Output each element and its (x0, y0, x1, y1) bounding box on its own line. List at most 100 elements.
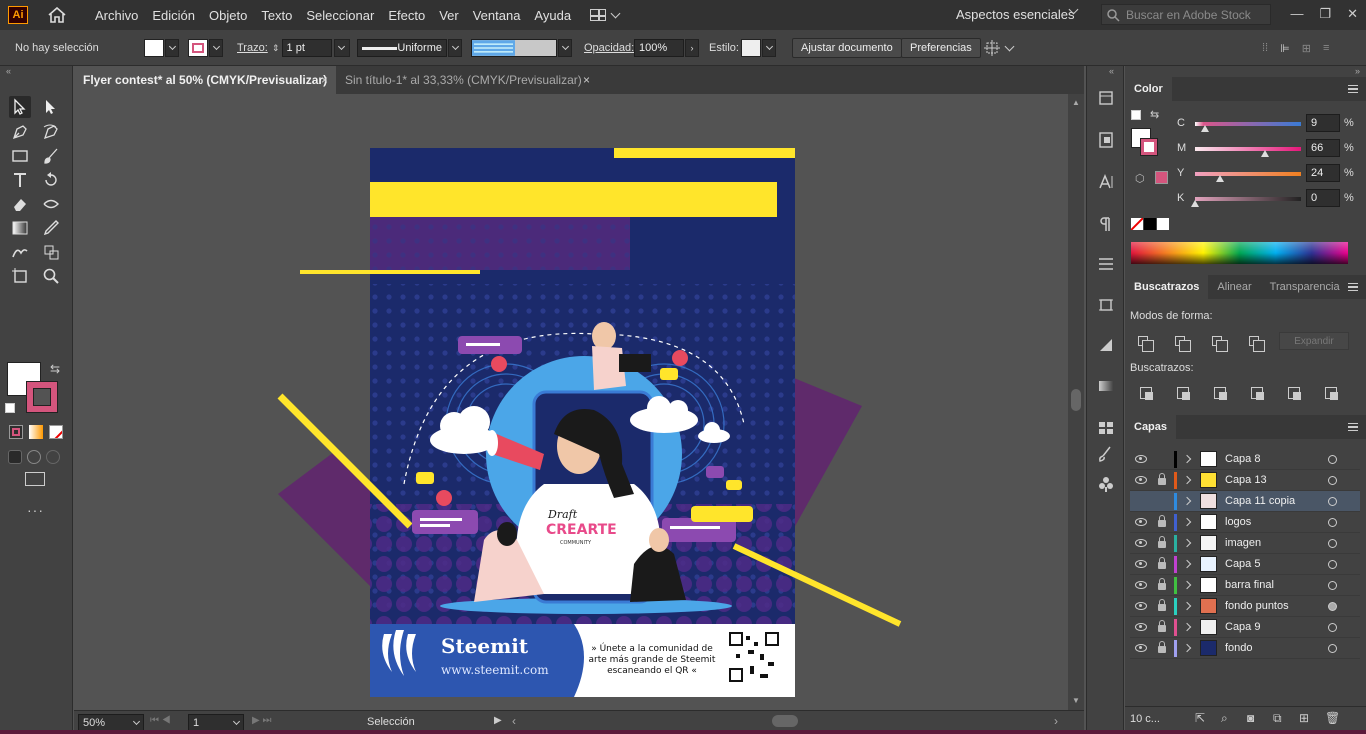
screen-mode-icon[interactable] (25, 472, 45, 486)
align-panel-icon[interactable] (1096, 334, 1116, 354)
swap-colors-icon[interactable]: ⇆ (50, 362, 60, 376)
symbols-icon[interactable] (1096, 474, 1116, 494)
brush-preview[interactable] (471, 39, 557, 57)
chevron-right-icon[interactable] (1182, 475, 1192, 485)
eye-icon[interactable] (1135, 623, 1147, 631)
minus-front-icon[interactable] (1170, 331, 1191, 352)
layer-name[interactable]: logos (1225, 516, 1251, 528)
tab-color[interactable]: Color (1125, 77, 1172, 101)
layer-name[interactable]: fondo (1225, 642, 1253, 654)
type-tool-icon[interactable] (9, 169, 31, 191)
transform-panel-icon[interactable] (1096, 295, 1116, 315)
brush-dropdown[interactable] (558, 39, 572, 57)
chevron-right-icon[interactable] (1182, 538, 1192, 548)
target-icon[interactable] (1328, 643, 1337, 653)
target-icon[interactable] (1328, 496, 1337, 506)
more-tools-icon[interactable]: ··· (27, 502, 44, 518)
vertical-scrollbar[interactable]: ▲ ▼ (1068, 94, 1084, 710)
close-icon[interactable]: × (321, 73, 328, 87)
color-mode-icon[interactable] (9, 425, 23, 439)
align-icon[interactable]: ⁞⁞ (1262, 42, 1268, 54)
lock-icon[interactable] (1158, 515, 1166, 527)
slider-track[interactable] (1195, 197, 1301, 201)
chevron-right-icon[interactable] (1182, 601, 1192, 611)
trim-icon[interactable] (1173, 383, 1193, 403)
menu-item-ver[interactable]: Ver (432, 8, 466, 23)
minimize-icon[interactable]: — (1290, 6, 1303, 22)
slider-y[interactable]: Y 24% (1125, 163, 1366, 185)
target-icon[interactable] (1328, 559, 1337, 569)
target-icon[interactable] (1328, 622, 1337, 632)
slider-track[interactable] (1195, 172, 1301, 176)
curvature-tool-icon[interactable] (40, 121, 62, 143)
style-swatch[interactable] (741, 39, 761, 57)
panel-menu-icon[interactable] (1348, 85, 1358, 93)
intersect-icon[interactable] (1207, 331, 1228, 352)
artboard-select[interactable]: 1 (188, 714, 244, 731)
slider-track[interactable] (1195, 147, 1301, 151)
gradient-tool-icon[interactable] (9, 217, 31, 239)
layer-row[interactable]: imagen (1130, 533, 1360, 554)
profile-select[interactable]: Uniforme (357, 39, 447, 57)
fit-document-label[interactable]: Ajustar documento (792, 38, 902, 58)
channel-value-input[interactable]: 9 (1306, 114, 1340, 132)
fill-dropdown[interactable] (165, 39, 179, 57)
gradient-mode-icon[interactable] (29, 425, 43, 439)
slider-m[interactable]: M 66% (1125, 138, 1366, 160)
stepper-icon[interactable]: ⇕ (272, 43, 280, 54)
eye-icon[interactable] (1135, 644, 1147, 652)
symbol-sprayer-tool-icon[interactable] (40, 241, 62, 263)
hscroll-thumb[interactable] (772, 715, 798, 727)
close-icon[interactable]: ✕ (1347, 6, 1358, 22)
layer-row[interactable]: Capa 8 (1130, 449, 1360, 470)
minus-back-icon[interactable] (1321, 383, 1341, 403)
locate-object-icon[interactable]: ⌕ (1221, 711, 1228, 726)
layer-row[interactable]: barra final (1130, 575, 1360, 596)
layer-row[interactable]: Capa 5 (1130, 554, 1360, 575)
direct-selection-tool-icon[interactable] (40, 96, 62, 118)
layer-name[interactable]: Capa 9 (1225, 621, 1260, 633)
preferences-label[interactable]: Preferencias (901, 38, 981, 58)
transform-icon[interactable] (984, 40, 1000, 56)
opacity-control[interactable]: 100% › (634, 30, 699, 66)
tab-sin-titulo[interactable]: Sin título-1* al 33,33% (CMYK/Previsuali… (336, 66, 598, 94)
layer-name[interactable]: barra final (1225, 579, 1274, 591)
zoom-tool-icon[interactable] (40, 265, 62, 287)
trash-icon[interactable]: 🗑 (1325, 711, 1340, 725)
new-sublayer-icon[interactable]: ⧉ (1273, 711, 1282, 726)
merge-icon[interactable] (1210, 383, 1230, 403)
crop-icon[interactable] (1247, 383, 1267, 403)
slider-c[interactable]: C 9% (1125, 113, 1366, 135)
menu-item-edición[interactable]: Edición (145, 8, 202, 23)
chevron-right-icon[interactable] (1182, 559, 1192, 569)
divide-icon[interactable] (1136, 383, 1156, 403)
layer-name[interactable]: Capa 11 copia (1225, 495, 1295, 507)
paragraph-icon[interactable] (1096, 214, 1116, 234)
eyedropper-tool-icon[interactable] (40, 217, 62, 239)
collapse-tools-icon[interactable]: « (6, 66, 11, 76)
stroke-color-box[interactable] (26, 381, 58, 413)
chevron-right-icon[interactable] (1182, 622, 1192, 632)
lock-icon[interactable] (1158, 641, 1166, 653)
unite-icon[interactable] (1133, 331, 1154, 352)
profile-dropdown[interactable] (448, 39, 462, 57)
target-icon[interactable] (1328, 601, 1337, 611)
brush-definition[interactable] (471, 30, 572, 66)
style-control[interactable] (741, 30, 776, 66)
tab-flyer-contest[interactable]: Flyer contest* al 50% (CMYK/Previsualiza… (74, 66, 336, 94)
menu-item-ventana[interactable]: Ventana (466, 8, 528, 23)
chevron-right-icon[interactable] (1182, 454, 1192, 464)
arrange-control[interactable] (984, 30, 1015, 66)
collapse-strip-icon[interactable]: « (1109, 66, 1114, 76)
channel-value-input[interactable]: 66 (1306, 139, 1340, 157)
layer-row[interactable]: Capa 9 (1130, 617, 1360, 638)
workspace-switcher[interactable]: Aspectos esenciales (956, 7, 1075, 22)
draw-inside-icon[interactable] (46, 450, 60, 464)
menu-item-seleccionar[interactable]: Seleccionar (299, 8, 381, 23)
eye-icon[interactable] (1135, 455, 1147, 463)
target-icon[interactable] (1328, 454, 1337, 464)
opacity-label[interactable]: Opacidad: (584, 30, 634, 66)
align-options-icon[interactable]: ⊞ (1302, 42, 1311, 55)
none-mode-icon[interactable] (49, 425, 63, 439)
white-swatch[interactable] (1157, 218, 1169, 230)
